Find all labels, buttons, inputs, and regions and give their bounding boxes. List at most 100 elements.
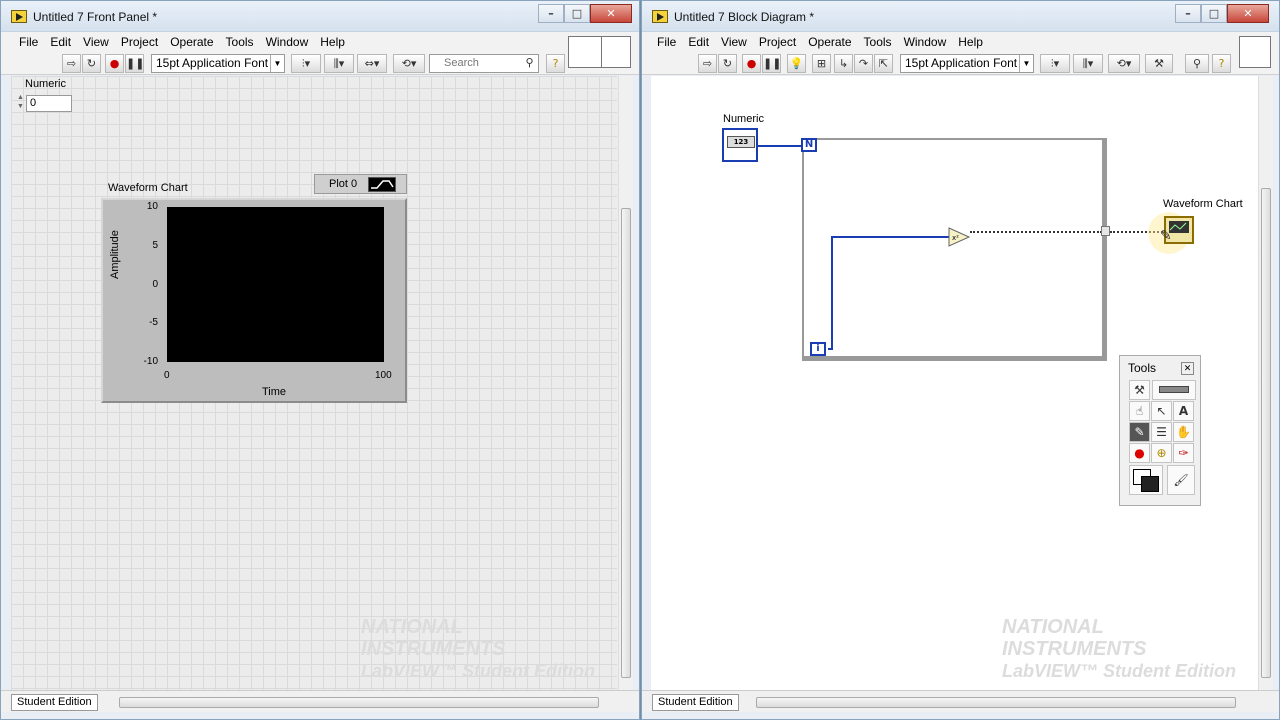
- abort-icon[interactable]: ●: [742, 54, 761, 73]
- numeric-increment-icon[interactable]: ▲ ▼: [16, 93, 25, 113]
- vertical-scrollbar[interactable]: [618, 76, 633, 690]
- broken-wire[interactable]: [970, 231, 1102, 233]
- run-icon[interactable]: ⇨: [698, 54, 717, 73]
- connector-pane-icon[interactable]: [568, 36, 602, 68]
- menu-tools[interactable]: Tools: [858, 32, 898, 49]
- help-icon[interactable]: ?: [1212, 54, 1231, 73]
- connect-wire-tool-icon[interactable]: ✎: [1129, 422, 1150, 442]
- horizontal-scrollbar-thumb[interactable]: [756, 697, 1236, 708]
- menu-help[interactable]: Help: [952, 32, 989, 49]
- scroll-window-tool-icon[interactable]: ✋: [1173, 422, 1194, 442]
- run-continuously-icon[interactable]: ↻: [718, 54, 737, 73]
- align-objects-icon[interactable]: ⫶▾: [291, 54, 321, 73]
- set-color-tool-icon[interactable]: 🖌: [1167, 465, 1195, 495]
- font-select[interactable]: 15pt Application Font ▼: [151, 54, 285, 73]
- numeric-wire[interactable]: [758, 145, 802, 147]
- search-icon[interactable]: ⚲: [520, 54, 539, 73]
- toolbar: ⇨ ↻ ● ❚❚ 15pt Application Font ▼ ⫶▾ ⫼▾ ⇔▾…: [1, 52, 639, 75]
- close-button[interactable]: ✕: [590, 4, 632, 23]
- minimize-button[interactable]: –: [1175, 4, 1201, 23]
- loop-tunnel[interactable]: [1101, 226, 1110, 236]
- run-continuously-icon[interactable]: ↻: [82, 54, 101, 73]
- menu-window[interactable]: Window: [898, 32, 953, 49]
- for-loop[interactable]: [802, 138, 1107, 361]
- menu-edit[interactable]: Edit: [44, 32, 77, 49]
- plot-legend[interactable]: Plot 0: [314, 174, 407, 194]
- toolbar: ⇨ ↻ ● ❚❚ 💡 ⊞ ↳ ↷ ⇱ 15pt Application Font…: [642, 52, 1279, 75]
- menu-file[interactable]: File: [1, 32, 44, 49]
- menu-bar: File Edit View Project Operate Tools Window Hel…: [642, 32, 1279, 52]
- numeric-terminal[interactable]: 123: [722, 128, 758, 162]
- vertical-scrollbar[interactable]: [1258, 76, 1273, 690]
- block-diagram-titlebar[interactable]: Untitled 7 Block Diagram * – □ ✕: [642, 1, 1279, 32]
- square-function-icon[interactable]: x²: [948, 227, 971, 247]
- menu-view[interactable]: View: [77, 32, 115, 49]
- step-out-icon[interactable]: ⇱: [874, 54, 893, 73]
- color-swatch-icon[interactable]: [1129, 465, 1163, 495]
- probe-tool-icon[interactable]: ⊕: [1151, 443, 1172, 463]
- resize-objects-icon[interactable]: ⇔▾: [357, 54, 387, 73]
- iteration-wire[interactable]: [831, 236, 949, 238]
- menu-window[interactable]: Window: [260, 32, 315, 49]
- labview-icon: [11, 10, 27, 23]
- maximize-button[interactable]: □: [1201, 4, 1227, 23]
- waveform-chart-plot-area[interactable]: [167, 207, 384, 362]
- get-color-tool-icon[interactable]: ✑: [1173, 443, 1194, 463]
- font-select[interactable]: 15pt Application Font ▼: [900, 54, 1034, 73]
- pause-icon[interactable]: ❚❚: [762, 54, 781, 73]
- position-select-tool-icon[interactable]: ↖: [1151, 401, 1172, 421]
- menu-tools[interactable]: Tools: [220, 32, 260, 49]
- menu-operate[interactable]: Operate: [164, 32, 219, 49]
- count-terminal[interactable]: N: [801, 138, 817, 152]
- search-icon[interactable]: ⚲: [1185, 54, 1209, 73]
- automatic-tool-icon[interactable]: ⚒: [1129, 380, 1150, 400]
- highlight-execution-icon[interactable]: 💡: [787, 54, 806, 73]
- vi-icon[interactable]: [1239, 36, 1271, 68]
- abort-icon[interactable]: ●: [105, 54, 124, 73]
- menu-operate[interactable]: Operate: [802, 32, 857, 49]
- maximize-button[interactable]: □: [564, 4, 590, 23]
- close-icon[interactable]: ✕: [1181, 362, 1194, 375]
- reorder-icon[interactable]: ⟲▾: [1108, 54, 1140, 73]
- align-objects-icon[interactable]: ⫶▾: [1040, 54, 1070, 73]
- vi-icon[interactable]: [601, 36, 631, 68]
- menu-edit[interactable]: Edit: [682, 32, 715, 49]
- horizontal-scrollbar-thumb[interactable]: [119, 697, 599, 708]
- run-icon[interactable]: ⇨: [62, 54, 81, 73]
- distribute-objects-icon[interactable]: ⫼▾: [324, 54, 354, 73]
- reorder-icon[interactable]: ⟲▾: [393, 54, 425, 73]
- object-shortcut-menu-tool-icon[interactable]: ☰: [1151, 422, 1172, 442]
- menu-file[interactable]: File: [642, 32, 682, 49]
- menu-project[interactable]: Project: [753, 32, 802, 49]
- clean-up-diagram-icon[interactable]: ⚒: [1145, 54, 1173, 73]
- close-button[interactable]: ✕: [1227, 4, 1269, 23]
- pause-icon[interactable]: ❚❚: [125, 54, 144, 73]
- scrollbar-thumb[interactable]: [1261, 188, 1271, 678]
- numeric-control[interactable]: 0: [26, 95, 72, 112]
- iteration-wire[interactable]: [831, 236, 833, 350]
- ni-watermark: NATIONAL INSTRUMENTS LabVIEW™ Student Edit…: [1002, 616, 1236, 681]
- svg-text:x²: x²: [952, 234, 959, 242]
- distribute-objects-icon[interactable]: ⫼▾: [1073, 54, 1103, 73]
- tools-palette-title: Tools: [1128, 361, 1157, 375]
- breakpoint-tool-icon[interactable]: ●: [1129, 443, 1150, 463]
- minimize-button[interactable]: –: [538, 4, 564, 23]
- menu-project[interactable]: Project: [115, 32, 164, 49]
- operate-value-tool-icon[interactable]: ☝: [1129, 401, 1150, 421]
- retain-wire-values-icon[interactable]: ⊞: [812, 54, 831, 73]
- menu-view[interactable]: View: [715, 32, 753, 49]
- numeric-label: Numeric: [25, 78, 66, 90]
- plot-line-icon: [368, 177, 396, 192]
- menu-help[interactable]: Help: [314, 32, 351, 49]
- horizontal-scrollbar[interactable]: Student Edition: [642, 690, 1279, 712]
- y-tick-label: 10: [146, 201, 158, 212]
- scrollbar-thumb[interactable]: [621, 208, 631, 678]
- step-over-icon[interactable]: ↷: [854, 54, 873, 73]
- help-icon[interactable]: ?: [546, 54, 565, 73]
- edit-text-tool-icon[interactable]: A: [1173, 401, 1194, 421]
- y-tick-label: 5: [152, 239, 158, 251]
- horizontal-scrollbar[interactable]: Student Edition: [1, 690, 639, 712]
- front-panel-titlebar[interactable]: Untitled 7 Front Panel * – □ ✕: [1, 1, 639, 32]
- iteration-terminal[interactable]: i: [810, 342, 826, 356]
- step-into-icon[interactable]: ↳: [834, 54, 853, 73]
